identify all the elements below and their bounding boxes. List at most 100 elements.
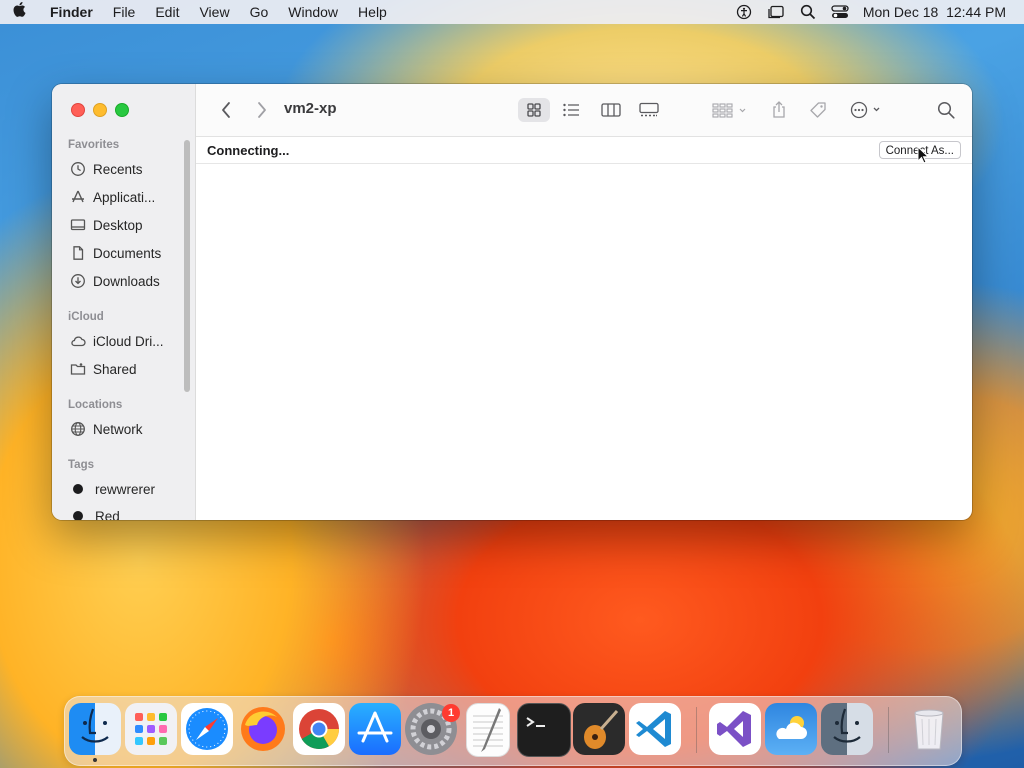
sidebar-header-icloud: iCloud <box>68 311 104 323</box>
sidebar-tag-red[interactable]: Red <box>70 505 185 520</box>
menu-view[interactable]: View <box>189 0 239 24</box>
tag-button[interactable] <box>806 98 830 122</box>
dock-visual-studio[interactable] <box>709 703 761 755</box>
sidebar-header-tags: Tags <box>68 459 94 471</box>
firefox-icon <box>241 707 285 751</box>
network-icon <box>71 422 85 436</box>
minimize-button[interactable] <box>93 103 107 117</box>
icon-view-icon <box>527 103 541 117</box>
zoom-button[interactable] <box>115 103 129 117</box>
finder-icon <box>833 708 861 743</box>
group-button[interactable] <box>708 98 750 122</box>
toolbar: vm2-xp <box>196 84 972 137</box>
sidebar: Favorites Recents Applicati... Desktop D… <box>52 84 196 520</box>
column-view-icon <box>601 103 621 117</box>
menu-file[interactable]: File <box>103 0 146 24</box>
sidebar-item-label: rewwrerer <box>95 481 156 497</box>
sidebar-item-label: Downloads <box>93 273 160 289</box>
clock-icon <box>71 162 85 176</box>
sidebar-item-recents[interactable]: Recents <box>70 158 185 180</box>
dock-trash[interactable] <box>903 703 955 755</box>
back-icon <box>222 102 230 118</box>
sidebar-item-documents[interactable]: Documents <box>70 242 185 264</box>
menu-window[interactable]: Window <box>278 0 348 24</box>
forward-button[interactable] <box>252 98 272 122</box>
file-browser-area[interactable] <box>196 164 972 520</box>
app-store-icon <box>357 711 393 743</box>
icon-view-button[interactable] <box>518 98 550 122</box>
back-button[interactable] <box>216 98 236 122</box>
menu-edit[interactable]: Edit <box>145 0 189 24</box>
apple-menu-icon[interactable] <box>0 1 40 23</box>
dock-separator <box>696 707 697 753</box>
menu-bar: Finder File Edit View Go Window Help Mon… <box>0 0 1024 24</box>
dock-app-store[interactable] <box>349 703 401 755</box>
dock-weather[interactable] <box>765 703 817 755</box>
dock-terminal[interactable] <box>517 703 571 757</box>
connecting-status-text: Connecting... <box>207 143 290 158</box>
tag-color-dot <box>73 484 83 494</box>
search-button[interactable] <box>934 98 958 122</box>
dock-garageband[interactable] <box>573 703 625 755</box>
sidebar-item-label: Shared <box>93 361 137 377</box>
sidebar-item-network[interactable]: Network <box>70 418 185 440</box>
mouse-cursor-icon <box>917 146 929 164</box>
dock: 1 <box>64 696 962 766</box>
sidebar-item-label: Applicati... <box>93 189 156 205</box>
desktop-icon <box>70 219 86 231</box>
sidebar-item-label: Desktop <box>93 217 143 233</box>
chrome-icon <box>299 709 339 749</box>
menubar-clock[interactable]: Mon Dec 18 12:44 PM <box>863 4 1006 20</box>
more-actions-button[interactable] <box>848 98 886 122</box>
dock-safari[interactable] <box>181 703 233 755</box>
list-view-button[interactable] <box>556 98 586 122</box>
connection-status-bar: Connecting... Connect As... <box>196 137 972 164</box>
dock-firefox[interactable] <box>237 703 289 755</box>
search-icon <box>937 101 955 119</box>
close-button[interactable] <box>71 103 85 117</box>
weather-icon <box>776 716 807 739</box>
dock-launchpad[interactable] <box>125 703 177 755</box>
sidebar-header-favorites: Favorites <box>68 139 120 151</box>
tag-icon <box>810 102 826 118</box>
gallery-view-button[interactable] <box>634 98 664 122</box>
sidebar-scrollbar[interactable] <box>184 140 190 392</box>
menu-finder[interactable]: Finder <box>40 0 103 24</box>
more-icon <box>850 101 880 119</box>
control-center-icon[interactable] <box>831 4 849 20</box>
dock-finder-2[interactable] <box>821 703 873 755</box>
dock-chrome[interactable] <box>293 703 345 755</box>
sidebar-item-label: Network <box>93 421 143 437</box>
sidebar-item-shared[interactable]: Shared <box>70 358 185 380</box>
safari-icon <box>186 708 228 750</box>
dock-textedit[interactable] <box>466 703 510 757</box>
sidebar-item-label: Documents <box>93 245 162 261</box>
sidebar-item-desktop[interactable]: Desktop <box>70 214 185 236</box>
vscode-icon <box>636 711 671 747</box>
window-title: vm2-xp <box>284 100 337 117</box>
menu-help[interactable]: Help <box>348 0 397 24</box>
column-view-button[interactable] <box>596 98 626 122</box>
list-view-icon <box>563 103 579 117</box>
launchpad-icon <box>135 713 167 745</box>
dock-finder[interactable] <box>69 703 121 755</box>
stage-manager-icon[interactable] <box>767 4 785 20</box>
shared-folder-icon <box>70 363 86 375</box>
download-icon <box>71 274 85 288</box>
guitar-icon <box>584 710 619 749</box>
share-button[interactable] <box>768 98 790 122</box>
sidebar-tag-rewwrerer[interactable]: rewwrerer <box>70 478 185 500</box>
accessibility-icon[interactable] <box>735 4 753 20</box>
dock-vscode[interactable] <box>629 703 681 755</box>
sidebar-item-applications[interactable]: Applicati... <box>70 186 185 208</box>
share-icon <box>773 101 785 118</box>
sidebar-header-locations: Locations <box>68 399 123 411</box>
document-icon <box>73 246 84 260</box>
sidebar-item-downloads[interactable]: Downloads <box>70 270 185 292</box>
spotlight-icon[interactable] <box>799 4 817 20</box>
sidebar-item-icloud-drive[interactable]: iCloud Dri... <box>70 330 185 352</box>
finder-window: Favorites Recents Applicati... Desktop D… <box>52 84 972 520</box>
running-indicator <box>93 758 97 762</box>
menu-go[interactable]: Go <box>240 0 279 24</box>
applications-icon <box>72 190 84 203</box>
